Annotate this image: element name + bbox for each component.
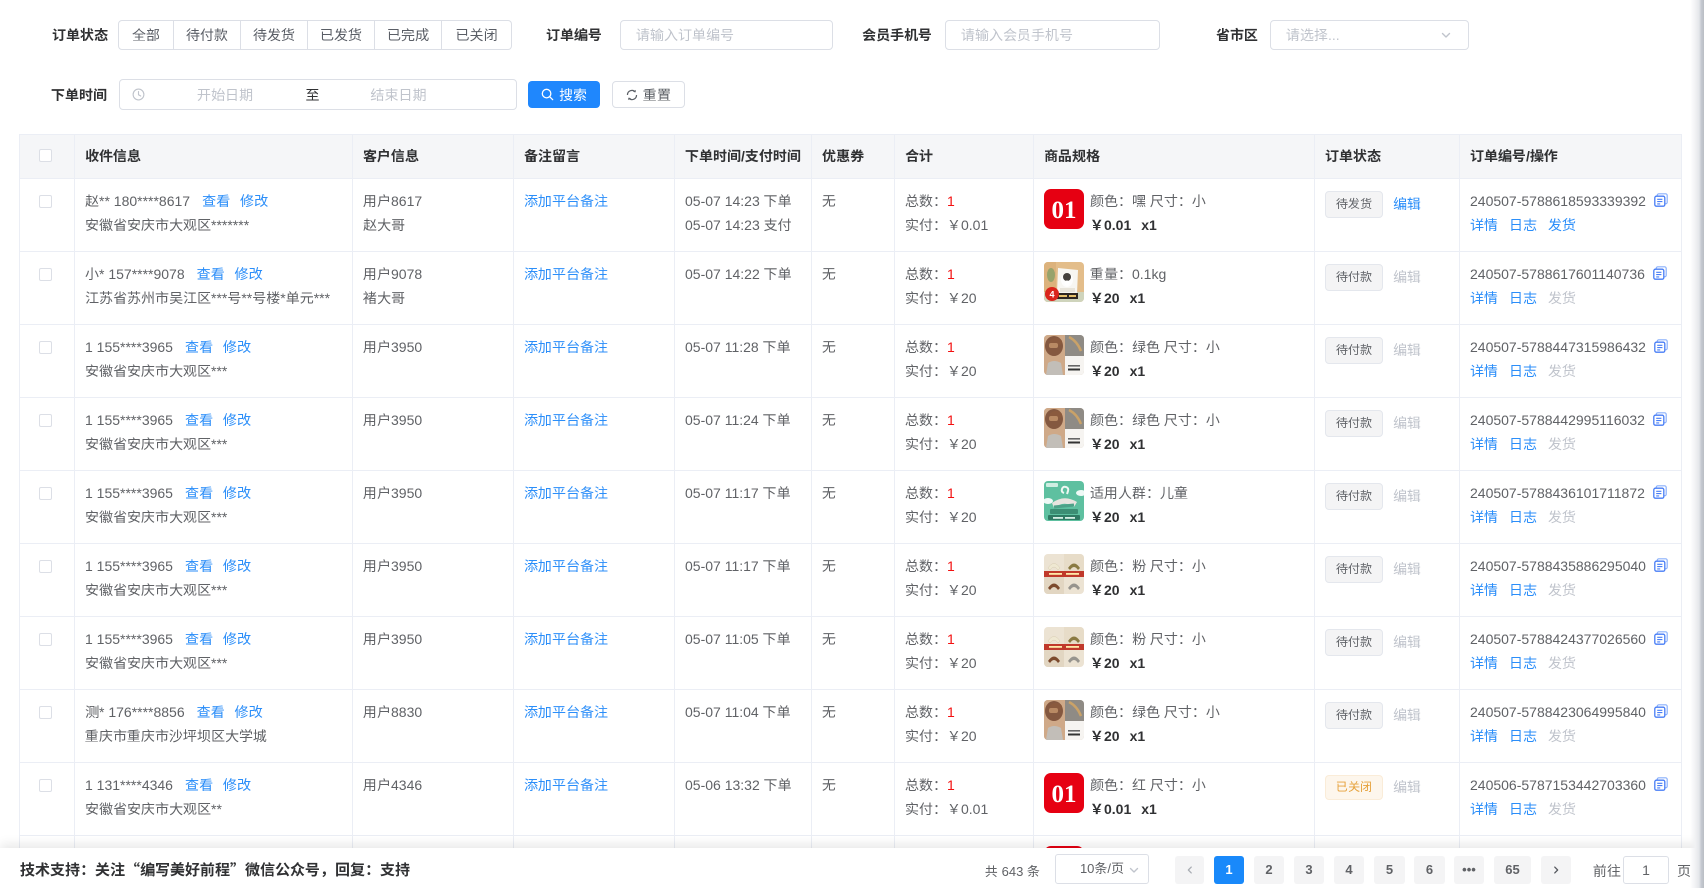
svg-text:01: 01 (1052, 197, 1077, 224)
svg-text:4: 4 (1049, 290, 1054, 300)
svg-text:01: 01 (1052, 781, 1077, 808)
